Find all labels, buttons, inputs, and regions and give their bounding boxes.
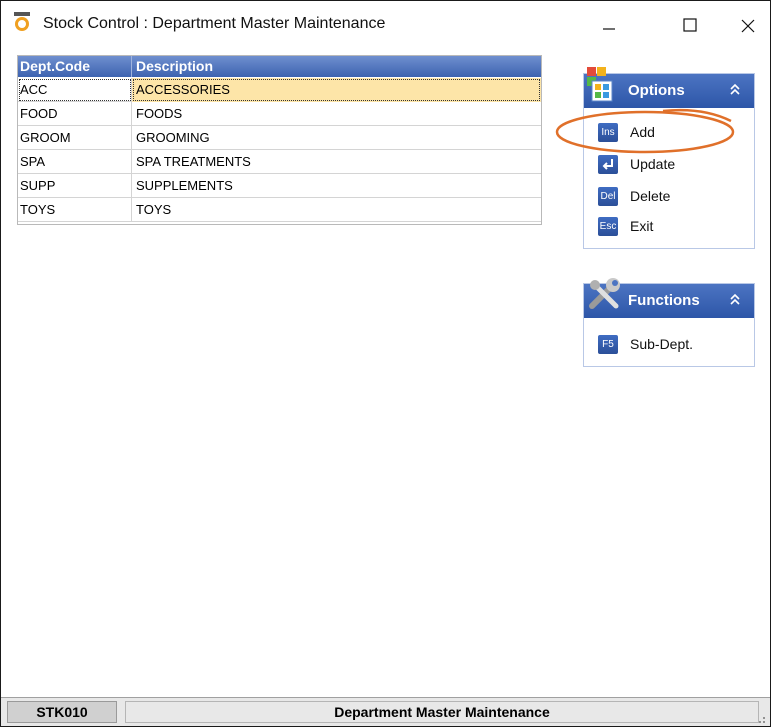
- table-row[interactable]: FOOD FOODS: [18, 102, 541, 126]
- del-key-icon: Del: [598, 187, 618, 206]
- minimize-button[interactable]: [586, 1, 632, 49]
- column-header-dept-code[interactable]: Dept.Code: [18, 56, 132, 77]
- options-panel-header[interactable]: Options: [584, 67, 754, 108]
- dept-code-cell[interactable]: SPA: [18, 150, 132, 174]
- minimize-icon: [603, 28, 615, 30]
- title-bar[interactable]: Stock Control : Department Master Mainte…: [1, 1, 770, 49]
- description-cell[interactable]: GROOMING: [132, 126, 541, 150]
- description-cell[interactable]: FOODS: [132, 102, 541, 126]
- collapse-chevron-icon[interactable]: [728, 292, 742, 308]
- f5-key-icon: F5: [598, 335, 618, 354]
- table-row[interactable]: SPA SPA TREATMENTS: [18, 150, 541, 174]
- description-cell[interactable]: ACCESSORIES: [132, 78, 541, 102]
- sub-dept-function[interactable]: F5 Sub-Dept.: [598, 332, 748, 358]
- enter-key-icon: [598, 155, 618, 174]
- update-label: Update: [630, 156, 676, 172]
- department-grid[interactable]: Dept.Code Description ACC ACCESSORIES FO…: [17, 55, 542, 225]
- table-row[interactable]: ACC ACCESSORIES: [18, 78, 541, 102]
- column-header-description[interactable]: Description: [132, 56, 541, 77]
- options-panel-title: Options: [628, 82, 685, 99]
- maximize-icon: [683, 18, 697, 32]
- main-window: Stock Control : Department Master Mainte…: [0, 0, 771, 727]
- status-form-title: Department Master Maintenance: [125, 701, 759, 723]
- options-grid-icon: [587, 67, 613, 102]
- table-row[interactable]: TOYS TOYS: [18, 198, 541, 222]
- resize-grip-icon[interactable]: [756, 714, 766, 724]
- dept-code-cell[interactable]: GROOM: [18, 126, 132, 150]
- update-option[interactable]: Update: [598, 152, 748, 178]
- exit-label: Exit: [630, 218, 654, 234]
- options-panel: Options Ins Add Update Del Delete Esc Ex…: [583, 67, 755, 249]
- window-title: Stock Control : Department Master Mainte…: [43, 15, 386, 32]
- maximize-button[interactable]: [666, 1, 712, 49]
- close-icon: [741, 19, 755, 33]
- collapse-chevron-icon[interactable]: [728, 82, 742, 98]
- description-cell[interactable]: TOYS: [132, 198, 541, 222]
- dept-code-cell[interactable]: ACC: [18, 78, 132, 102]
- add-label: Add: [630, 124, 655, 140]
- functions-panel-title: Functions: [628, 292, 700, 309]
- exit-option[interactable]: Esc Exit: [598, 214, 748, 240]
- delete-label: Delete: [630, 188, 671, 204]
- status-bar: STK010 Department Master Maintenance: [1, 697, 770, 726]
- functions-panel: Functions F5 Sub-Dept.: [583, 278, 755, 367]
- functions-panel-header[interactable]: Functions: [584, 278, 754, 318]
- status-form-code: STK010: [7, 701, 117, 723]
- app-icon: [14, 12, 30, 31]
- esc-key-icon: Esc: [598, 217, 618, 236]
- delete-option[interactable]: Del Delete: [598, 184, 748, 210]
- dept-code-cell[interactable]: SUPP: [18, 174, 132, 198]
- description-cell[interactable]: SPA TREATMENTS: [132, 150, 541, 174]
- ins-key-icon: Ins: [598, 123, 618, 142]
- table-row[interactable]: GROOM GROOMING: [18, 126, 541, 150]
- dept-code-cell[interactable]: FOOD: [18, 102, 132, 126]
- table-row[interactable]: SUPP SUPPLEMENTS: [18, 174, 541, 198]
- add-option[interactable]: Ins Add: [598, 120, 748, 146]
- dept-code-cell[interactable]: TOYS: [18, 198, 132, 222]
- close-button[interactable]: [725, 1, 770, 49]
- description-cell[interactable]: SUPPLEMENTS: [132, 174, 541, 198]
- sub-dept-label: Sub-Dept.: [630, 336, 694, 352]
- tools-icon: [589, 278, 620, 309]
- grid-header: Dept.Code Description: [18, 56, 541, 77]
